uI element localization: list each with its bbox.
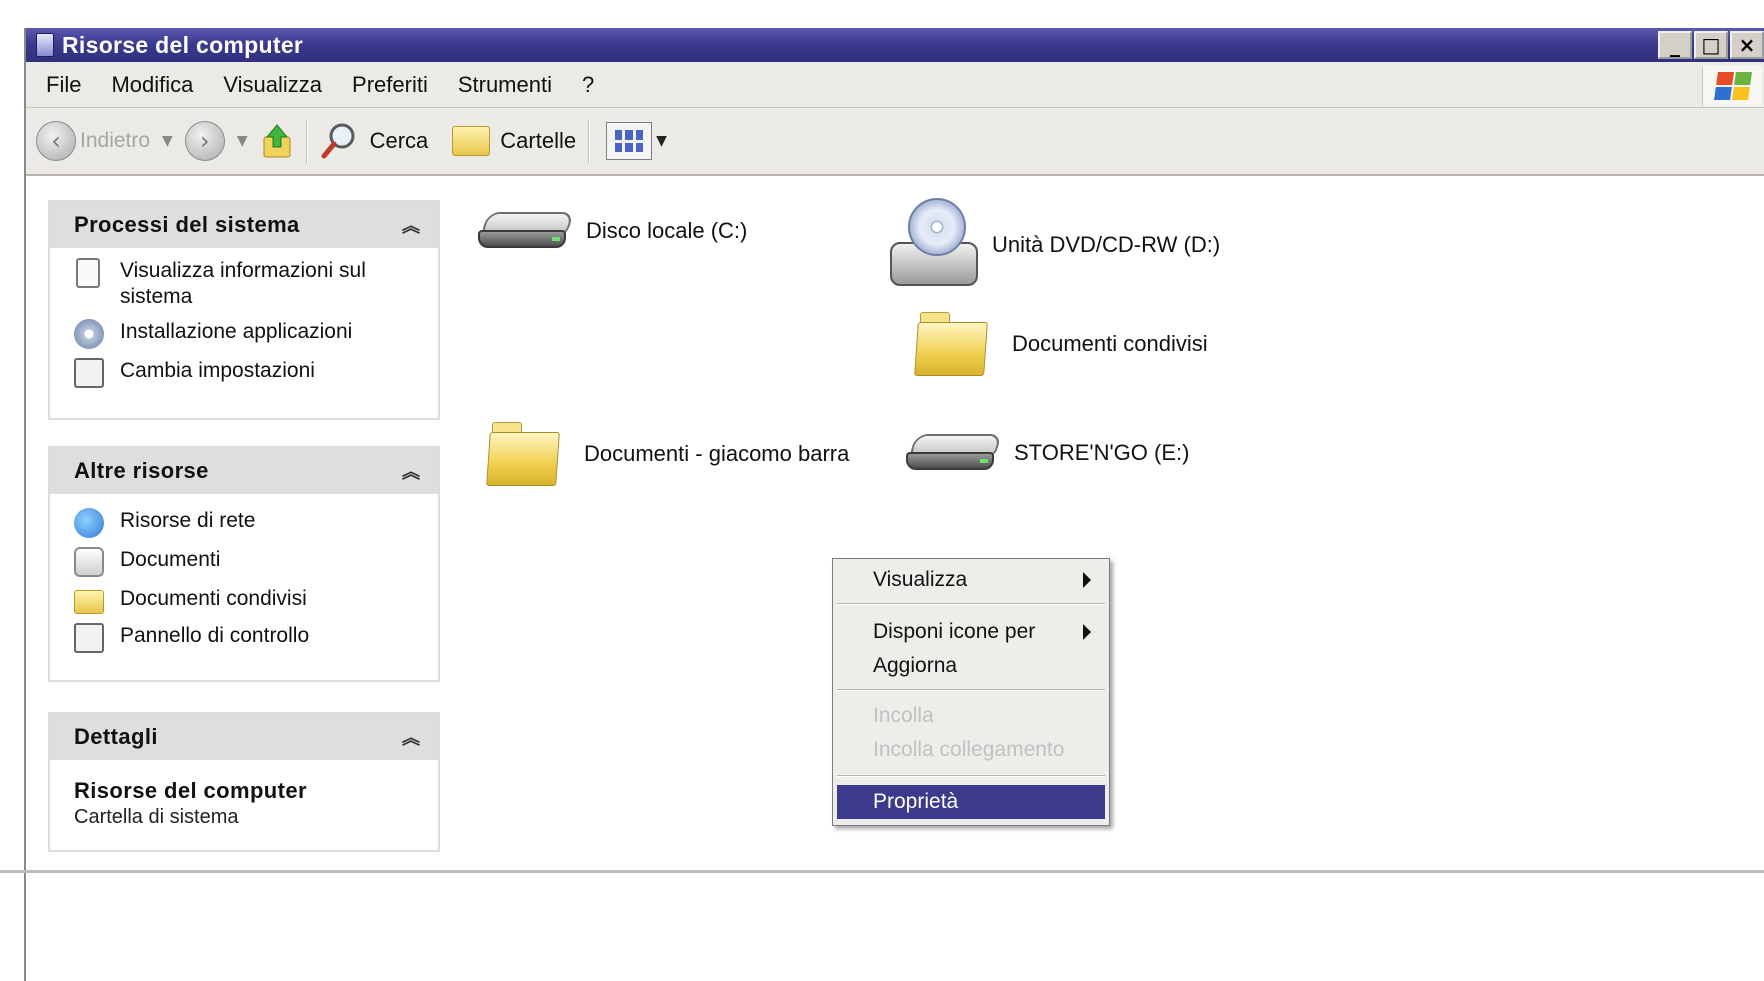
ctx-paste-shortcut[interactable]: Incolla collegamento: [837, 733, 1105, 767]
submenu-arrow-icon: [1083, 624, 1091, 640]
forward-arrow-icon[interactable]: ›: [184, 121, 225, 161]
details-header[interactable]: Dettagli ︽: [50, 714, 438, 760]
close-button[interactable]: ×: [1730, 31, 1764, 59]
task-add-remove-programs[interactable]: Installazione applicazioni: [74, 319, 438, 349]
shared-documents-folder[interactable]: Documenti condivisi: [914, 312, 1208, 376]
item-label: Documenti - giacomo barra: [584, 441, 850, 466]
back-arrow-icon[interactable]: ‹: [36, 121, 76, 161]
ctx-arrange-icons[interactable]: Disponi icone per: [837, 615, 1105, 649]
network-icon: [74, 508, 104, 538]
menu-separator: [837, 775, 1105, 777]
collapse-chevron-icon[interactable]: ︽: [402, 212, 420, 238]
cd-install-icon: [74, 319, 104, 349]
task-view-system-info[interactable]: Visualizza informazioni sul sistema: [74, 258, 438, 310]
folder-icon: [914, 312, 988, 376]
explorer-window: Risorse del computer _ □ × File Modifica…: [24, 28, 1764, 981]
pane-title: Processi del sistema: [74, 212, 300, 237]
menu-help[interactable]: ?: [582, 72, 594, 98]
collapse-chevron-icon[interactable]: ︽: [402, 458, 420, 484]
drive-d[interactable]: Unità DVD/CD-RW (D:): [886, 198, 1220, 292]
folder-icon: [486, 422, 560, 486]
forward-dropdown-icon[interactable]: ▼: [237, 133, 248, 149]
control-panel-icon: [74, 358, 104, 388]
removable-drive-icon: [906, 430, 1003, 476]
pane-title: Altre risorse: [74, 458, 209, 483]
folder-icon: [74, 590, 104, 614]
menu-file[interactable]: File: [46, 72, 81, 98]
toolbar-separator: [305, 119, 308, 163]
back-button-label[interactable]: Indietro: [80, 129, 150, 153]
cd-drive-icon: [886, 198, 980, 292]
pane-title: Dettagli: [74, 724, 158, 749]
context-menu: Visualizza Disponi icone per Aggiorna In…: [832, 558, 1110, 826]
details-name: Risorse del computer: [74, 778, 307, 803]
documents-icon: [74, 547, 104, 577]
menu-strumenti[interactable]: Strumenti: [458, 72, 552, 98]
menu-modifica[interactable]: Modifica: [111, 72, 193, 98]
menu-bar: File Modifica Visualizza Preferiti Strum…: [26, 62, 1764, 108]
window-bottom-edge: [0, 870, 1764, 873]
submenu-arrow-icon: [1083, 572, 1091, 588]
views-dropdown-icon[interactable]: ▼: [656, 133, 667, 149]
task-control-panel[interactable]: Pannello di controllo: [74, 623, 438, 653]
maximize-button[interactable]: □: [1694, 31, 1728, 59]
folder-up-icon[interactable]: [260, 121, 294, 161]
task-shared-documents[interactable]: Documenti condivisi: [74, 586, 438, 614]
windows-logo-icon: [1702, 66, 1762, 106]
details-type: Cartella di sistema: [74, 806, 239, 828]
system-tasks-pane: Processi del sistema ︽ Visualizza inform…: [48, 200, 440, 420]
other-places-header[interactable]: Altre risorse ︽: [50, 448, 438, 494]
ctx-properties[interactable]: Proprietà: [837, 785, 1105, 819]
task-my-documents[interactable]: Documenti: [74, 547, 438, 577]
task-change-settings[interactable]: Cambia impostazioni: [74, 358, 438, 388]
window-title: Risorse del computer: [62, 31, 304, 58]
ctx-refresh[interactable]: Aggiorna: [837, 649, 1105, 683]
toolbar: ‹ Indietro ▼ › ▼ Cerca Cartelle ▼: [26, 108, 1764, 176]
search-button[interactable]: Cerca: [370, 128, 429, 154]
control-panel-icon: [74, 623, 104, 653]
my-computer-icon: [36, 33, 54, 57]
system-tasks-header[interactable]: Processi del sistema ︽: [50, 202, 438, 248]
ctx-paste[interactable]: Incolla: [837, 699, 1105, 733]
folders-button[interactable]: Cartelle: [500, 128, 576, 154]
details-pane: Dettagli ︽ Risorse del computer Cartella…: [48, 712, 440, 852]
item-label: STORE'N'GO (E:): [1014, 440, 1190, 465]
item-label: Unità DVD/CD-RW (D:): [992, 232, 1221, 257]
menu-visualizza[interactable]: Visualizza: [223, 72, 322, 98]
item-label: Documenti condivisi: [1012, 331, 1208, 356]
search-icon[interactable]: [320, 121, 360, 161]
document-icon: [76, 258, 100, 288]
toolbar-separator: [588, 119, 591, 163]
other-places-pane: Altre risorse ︽ Risorse di rete Document…: [48, 446, 440, 682]
views-icon[interactable]: [606, 122, 653, 160]
ctx-view[interactable]: Visualizza: [837, 563, 1105, 597]
user-documents-folder[interactable]: Documenti - giacomo barra: [486, 422, 850, 486]
hard-drive-icon: [478, 208, 575, 254]
window-controls: _ □ ×: [1658, 31, 1764, 59]
item-label: Disco locale (C:): [586, 218, 748, 243]
back-dropdown-icon[interactable]: ▼: [162, 133, 173, 149]
collapse-chevron-icon[interactable]: ︽: [402, 724, 420, 750]
drive-c[interactable]: Disco locale (C:): [478, 208, 747, 254]
menu-separator: [837, 689, 1105, 691]
folders-icon[interactable]: [452, 126, 491, 156]
task-network-places[interactable]: Risorse di rete: [74, 508, 438, 538]
menu-separator: [837, 603, 1105, 605]
drive-e[interactable]: STORE'N'GO (E:): [906, 430, 1189, 476]
minimize-button[interactable]: _: [1658, 31, 1692, 59]
menu-preferiti[interactable]: Preferiti: [352, 72, 428, 98]
title-bar[interactable]: Risorse del computer _ □ ×: [26, 28, 1764, 62]
